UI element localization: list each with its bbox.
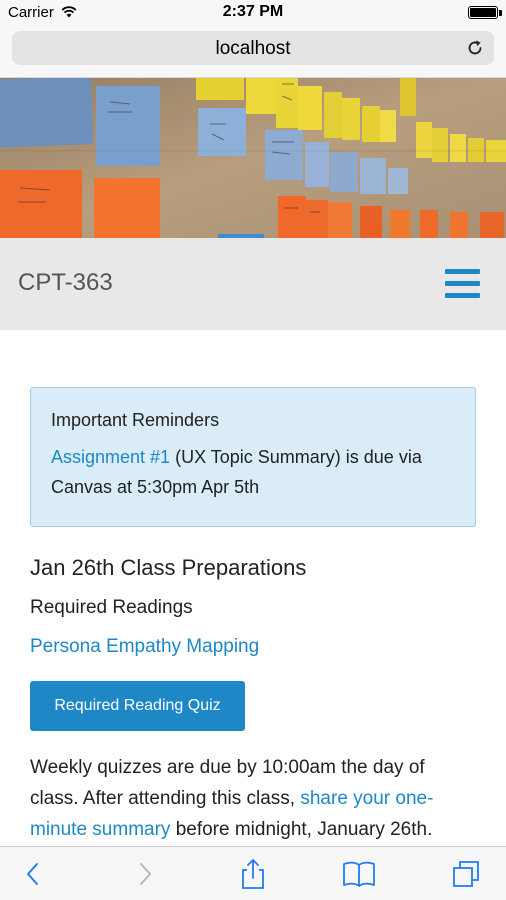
url-text[interactable]: localhost (12, 38, 494, 60)
reminder-title: Important Reminders (51, 410, 220, 430)
status-bar: Carrier 2:37 PM (0, 0, 506, 26)
clock: 2:37 PM (222, 3, 284, 20)
assignment-link[interactable]: Assignment #1 (51, 447, 170, 467)
forward-icon[interactable] (128, 859, 162, 889)
hero-image (0, 78, 506, 238)
reload-icon[interactable] (466, 39, 484, 57)
quiz-info-paragraph: Weekly quizzes are due by 10:00am the da… (30, 752, 476, 845)
reminder-text: Assignment #1 (UX Topic Summary) is due … (51, 442, 455, 502)
para-text-2: before midnight, January 26th. (170, 819, 433, 840)
back-icon[interactable] (16, 859, 50, 889)
browser-toolbar (0, 846, 506, 900)
sticky-notes-photo (0, 78, 506, 238)
tabs-icon[interactable] (450, 859, 484, 889)
site-brand[interactable]: CPT-363 (18, 269, 113, 297)
page-heading: Jan 26th Class Preparations (30, 555, 307, 580)
reading-link-persona-empathy[interactable]: Persona Empathy Mapping (30, 636, 259, 658)
battery-icon (468, 6, 498, 19)
reading-quiz-button[interactable]: Required Reading Quiz (30, 681, 245, 731)
readings-subheading: Required Readings (30, 597, 193, 618)
share-icon[interactable] (236, 859, 270, 889)
address-bar[interactable]: localhost (12, 31, 494, 65)
important-reminders-box: Important Reminders Assignment #1 (UX To… (30, 387, 476, 527)
bookmarks-icon[interactable] (342, 859, 376, 889)
site-header: CPT-363 (0, 238, 506, 330)
hamburger-menu-icon[interactable] (445, 269, 480, 299)
browser-address-area: localhost (0, 26, 506, 78)
battery-tip (499, 10, 502, 16)
